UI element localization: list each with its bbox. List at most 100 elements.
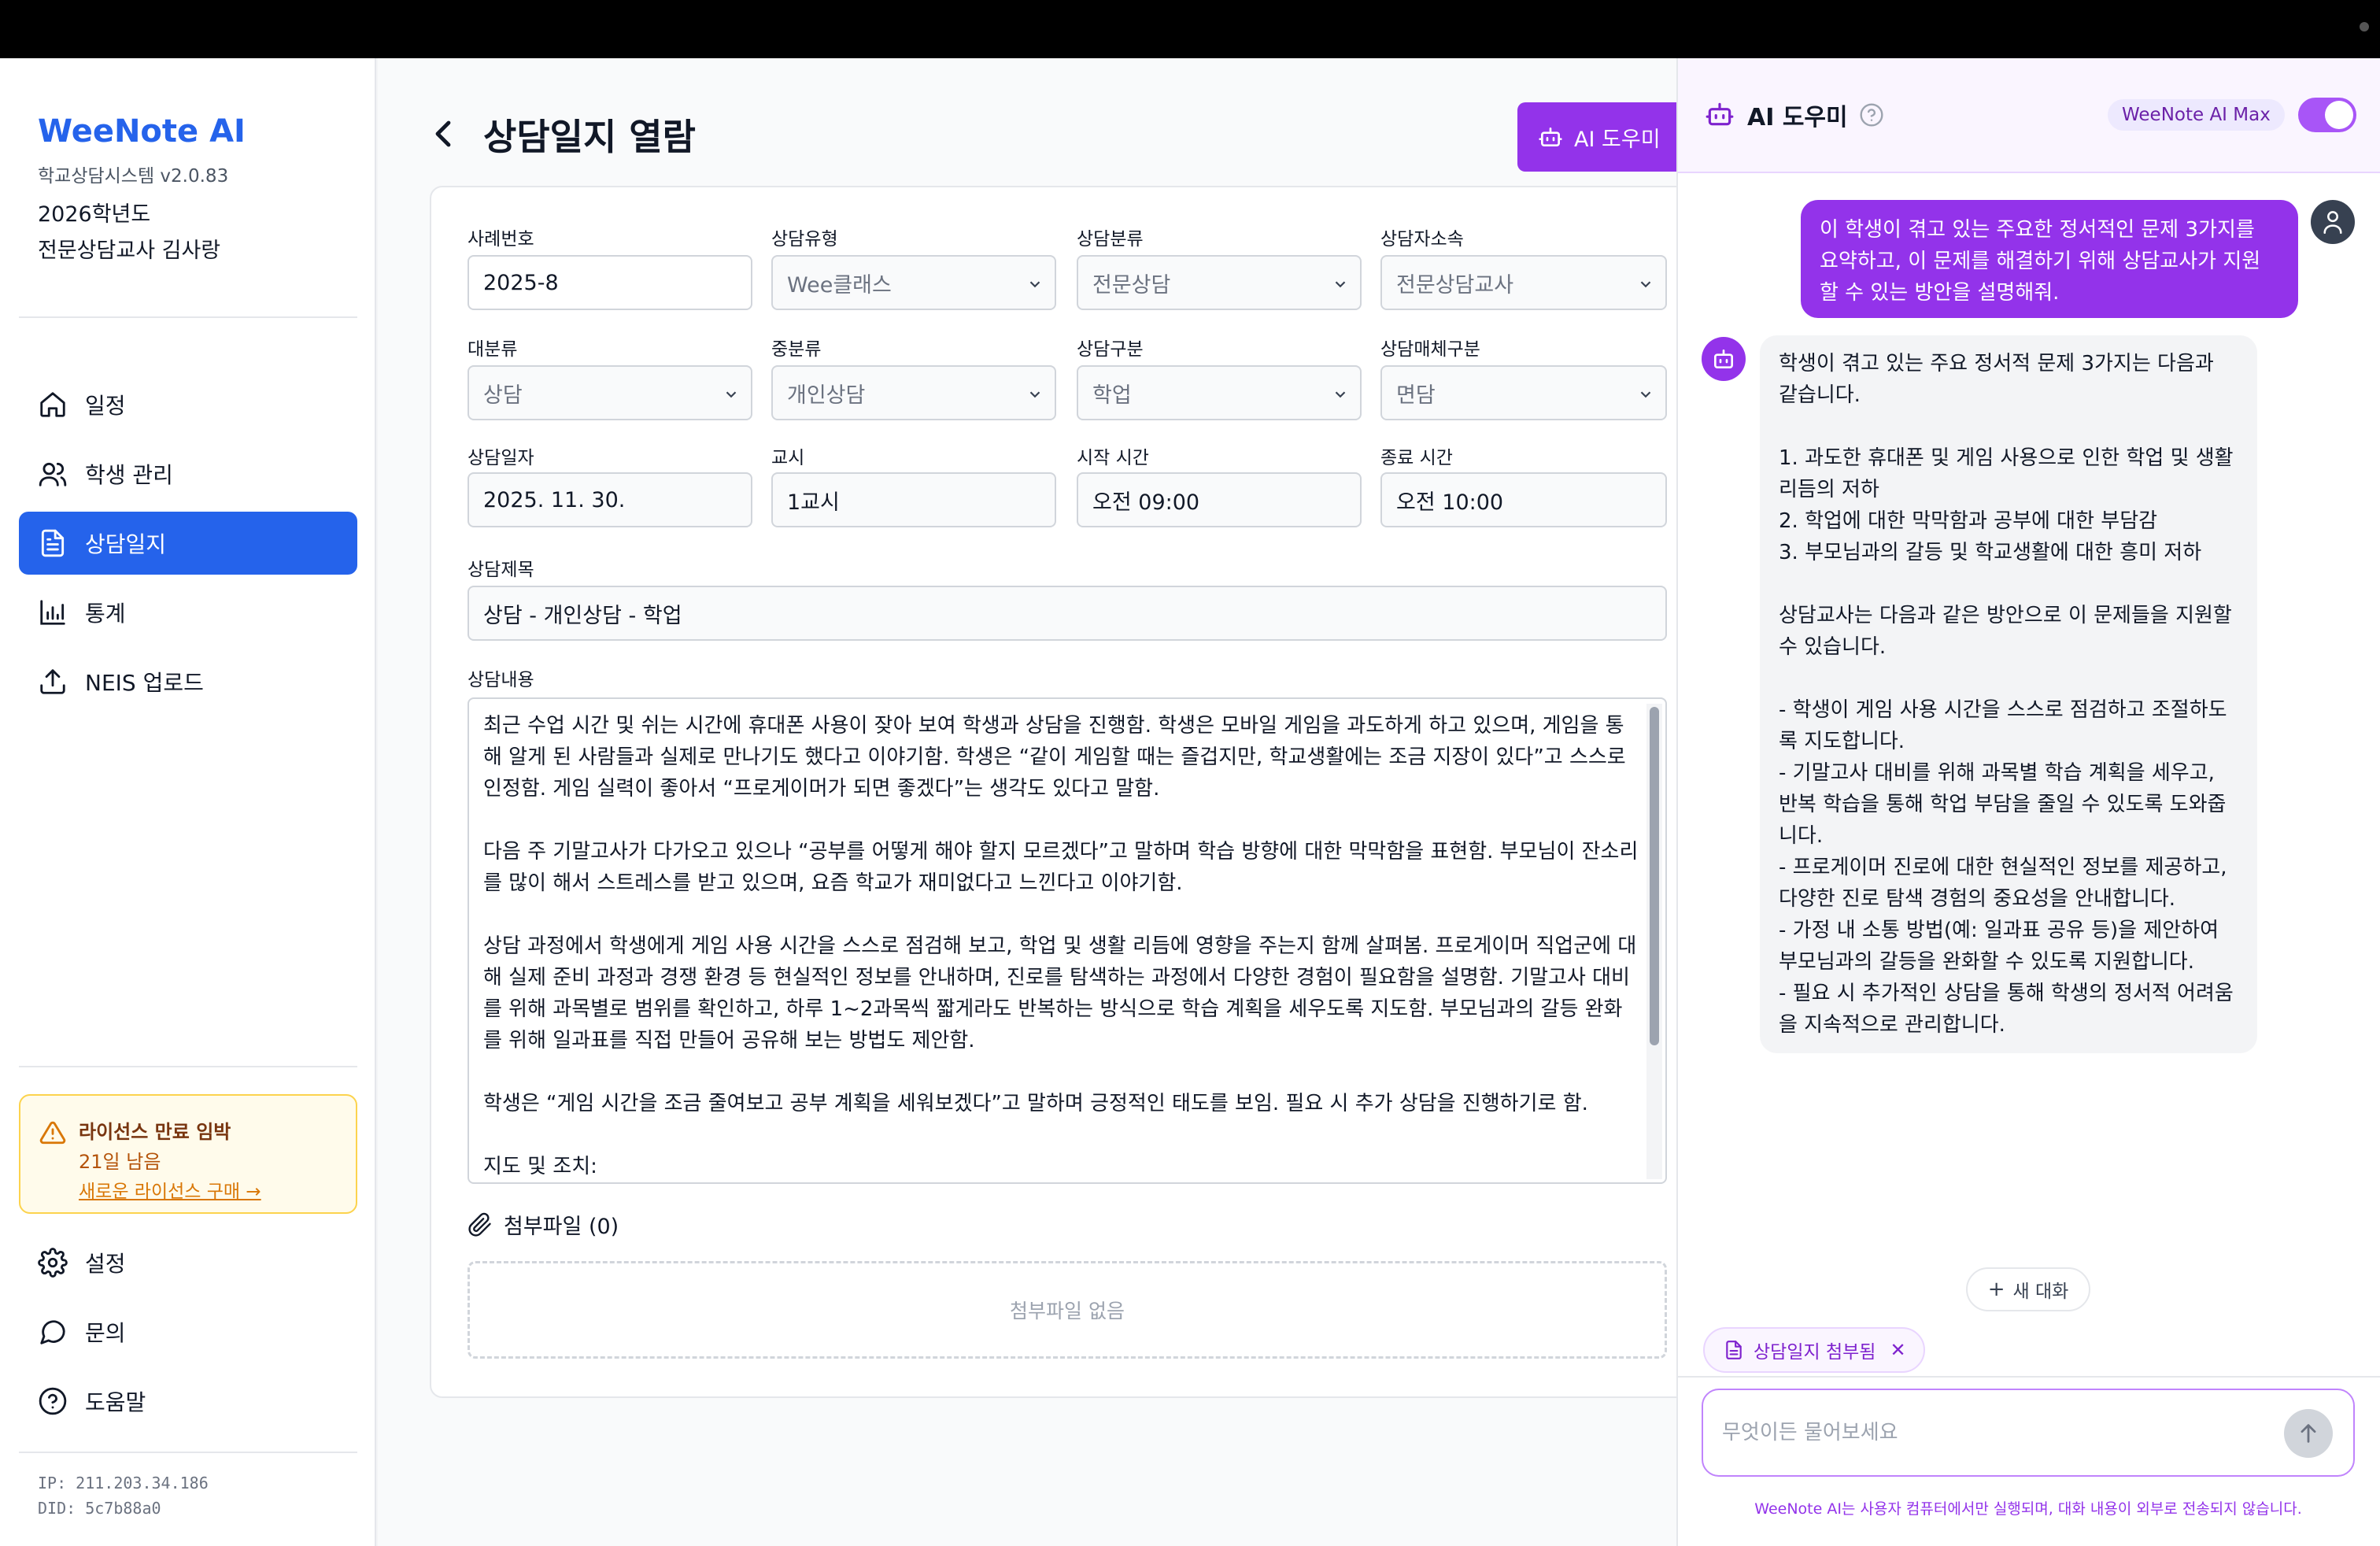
chevron-down-icon: [726, 391, 737, 398]
chevron-down-icon: [1335, 391, 1346, 398]
date-field[interactable]: 2025. 11. 30.: [468, 472, 752, 527]
users-icon: [39, 462, 67, 486]
start-time-field[interactable]: 오전 09:00: [1077, 472, 1362, 527]
middle-select[interactable]: 개인상담: [771, 365, 1056, 420]
content-textarea[interactable]: 최근 수업 시간 및 쉬는 시간에 휴대폰 사용이 잦아 보여 학생과 상담을 …: [468, 697, 1667, 1184]
period-value: 1교시: [787, 490, 840, 515]
close-icon[interactable]: ✕: [1890, 1339, 1905, 1361]
end-time-value: 오전 10:00: [1396, 490, 1504, 515]
division-select[interactable]: 학업: [1077, 365, 1362, 420]
end-time-field[interactable]: 오전 10:00: [1380, 472, 1667, 527]
arrow-up-icon: [2301, 1424, 2316, 1443]
chevron-down-icon: [1029, 391, 1040, 398]
ai-assistant-button[interactable]: AI 도우미: [1517, 102, 1683, 172]
warning-icon: [39, 1121, 66, 1145]
category-label: 상담분류: [1077, 229, 1144, 250]
start-time-value: 오전 09:00: [1092, 490, 1200, 515]
nav-item-statistics[interactable]: 통계: [19, 581, 357, 644]
nav-item-counseling-log[interactable]: 상담일지: [19, 512, 357, 575]
school-year: 2026학년도: [38, 202, 151, 227]
help-circle-icon[interactable]: [1859, 102, 1884, 128]
license-title: 라이선스 만료 임박: [79, 1121, 231, 1143]
chevron-down-icon: [1640, 281, 1651, 288]
nav-label: 설정: [85, 1251, 126, 1277]
attachments-dropzone[interactable]: 첨부파일 없음: [468, 1261, 1667, 1359]
chevron-down-icon: [1029, 281, 1040, 288]
attachments-label: 첨부파일 (0): [504, 1215, 619, 1239]
back-arrow-icon[interactable]: [431, 118, 456, 150]
subject-field[interactable]: 상담 - 개인상담 - 학업: [468, 586, 1667, 641]
nav-label: 통계: [85, 601, 126, 627]
plus-icon: +: [1987, 1278, 2005, 1301]
divider: [19, 316, 357, 318]
content-text: 최근 수업 시간 및 쉬는 시간에 휴대폰 사용이 잦아 보여 학생과 상담을 …: [483, 714, 1639, 1178]
nav-label: 도움말: [85, 1389, 146, 1415]
new-chat-label: 새 대화: [2012, 1282, 2069, 1302]
nav-item-schedule[interactable]: 일정: [19, 373, 357, 436]
date-label: 상담일자: [468, 448, 534, 468]
nav-item-help[interactable]: 도움말: [19, 1370, 357, 1433]
robot-icon: [1714, 350, 1733, 368]
major-select[interactable]: 상담: [468, 365, 752, 420]
privacy-disclaimer: WeeNote AI는 사용자 컴퓨터에서만 실행되며, 대화 내용이 외부로 …: [1754, 1500, 2302, 1518]
type-select[interactable]: Wee클래스: [771, 255, 1056, 310]
assistant-message: 학생이 겪고 있는 주요 정서적 문제 3가지는 다음과 같습니다. 1. 과도…: [1760, 335, 2257, 1053]
user-icon: [2323, 211, 2342, 234]
category-select[interactable]: 전문상담: [1077, 255, 1362, 310]
nav-item-neis-upload[interactable]: NEIS 업로드: [19, 650, 357, 713]
nav-item-settings[interactable]: 설정: [19, 1231, 357, 1294]
affiliation-value: 전문상담교사: [1396, 272, 1514, 298]
nav-label: 상담일지: [85, 531, 167, 557]
medium-label: 상담매체구분: [1380, 339, 1480, 360]
page-title: 상담일지 열람: [483, 116, 696, 158]
middle-value: 개인상담: [787, 383, 866, 408]
case-no-field[interactable]: 2025-8: [468, 255, 752, 310]
brand-logo[interactable]: WeeNote AI: [38, 113, 246, 150]
help-circle-icon: [39, 1387, 67, 1415]
status-dot: [2360, 22, 2369, 31]
attached-log-chip[interactable]: 상담일지 첨부됨 ✕: [1703, 1327, 1925, 1373]
attached-log-label: 상담일지 첨부됨: [1754, 1342, 1876, 1363]
chevron-down-icon: [1335, 281, 1346, 288]
buy-license-link[interactable]: 새로운 라이선스 구매 →: [79, 1176, 261, 1203]
send-button[interactable]: [2284, 1409, 2333, 1458]
affiliation-select[interactable]: 전문상담교사: [1380, 255, 1667, 310]
home-icon: [40, 392, 65, 417]
user-message: 이 학생이 겪고 있는 주요한 정서적인 문제 3가지를 요약하고, 이 문제를…: [1801, 200, 2298, 318]
date-value: 2025. 11. 30.: [483, 487, 626, 512]
device-id: DID: 5c7b88a0: [38, 1499, 161, 1518]
ai-toggle[interactable]: [2298, 98, 2356, 132]
medium-value: 면담: [1396, 383, 1436, 408]
app-version: 학교상담시스템 v2.0.83: [38, 166, 229, 187]
divider: [19, 1452, 357, 1453]
affiliation-label: 상담자소속: [1380, 229, 1464, 250]
category-value: 전문상담: [1092, 272, 1171, 298]
nav-item-inquiry[interactable]: 문의: [19, 1300, 357, 1363]
nav-label: 학생 관리: [85, 462, 173, 488]
case-no-label: 사례번호: [468, 229, 534, 250]
subject-label: 상담제목: [468, 560, 534, 580]
start-time-label: 시작 시간: [1077, 448, 1149, 468]
chevron-down-icon: [1640, 391, 1651, 398]
chat-input[interactable]: [1702, 1389, 2355, 1477]
document-icon: [41, 529, 65, 557]
user-avatar: [2311, 200, 2355, 244]
nav-item-students[interactable]: 학생 관리: [19, 442, 357, 505]
period-field[interactable]: 1교시: [771, 472, 1056, 527]
nav-label: 문의: [85, 1320, 126, 1346]
bot-avatar: [1702, 337, 1746, 381]
nav-label: NEIS 업로드: [85, 670, 204, 696]
upload-icon: [40, 669, 65, 694]
sidebar: WeeNote AI 학교상담시스템 v2.0.83 2026학년도 전문상담교…: [0, 58, 376, 1546]
nav-label: 일정: [85, 393, 126, 419]
scrollbar-thumb[interactable]: [1650, 707, 1659, 1045]
division-label: 상담구분: [1077, 339, 1144, 360]
content-label: 상담내용: [468, 670, 534, 690]
new-chat-button[interactable]: + 새 대화: [1966, 1267, 2090, 1311]
case-no-value: 2025-8: [483, 270, 559, 295]
period-label: 교시: [771, 448, 805, 468]
middle-label: 중분류: [771, 339, 822, 360]
bar-chart-icon: [40, 600, 65, 625]
medium-select[interactable]: 면담: [1380, 365, 1667, 420]
robot-icon: [1539, 128, 1562, 146]
